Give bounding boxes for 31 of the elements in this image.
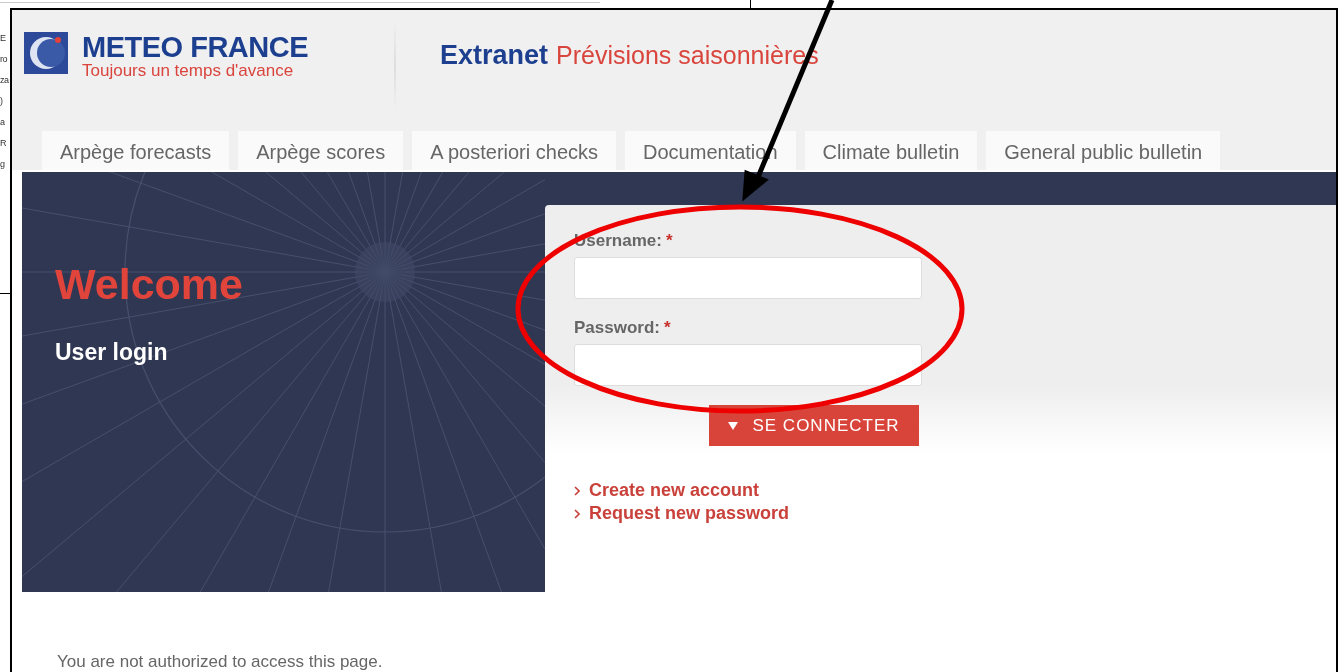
input-field[interactable] (574, 344, 922, 386)
account-link[interactable]: Request new password (589, 503, 790, 524)
background-text-fragment: g (0, 158, 6, 170)
brand-tagline: Toujours un temps d'avance (82, 62, 295, 80)
brand-name: METEO FRANCE (82, 32, 308, 62)
chevron-icon (574, 485, 580, 496)
background-text-fragment: ) (0, 95, 4, 107)
background-text-fragment: ro (0, 53, 8, 65)
caret-icon (728, 421, 739, 430)
nav-tab[interactable]: General public bulletin (986, 131, 1221, 170)
background-text-fragment: a (0, 116, 6, 128)
input-field[interactable] (574, 257, 922, 299)
site-name: Extranet (440, 40, 549, 71)
background-text-fragment: R (0, 137, 7, 149)
background-text-fragment: za (0, 74, 10, 86)
login-button[interactable]: SE CONNECTER (709, 405, 919, 446)
welcome-heading: Welcome (55, 260, 244, 309)
background-text-fragment: E (0, 32, 7, 44)
user-login-heading: User login (55, 339, 169, 366)
chevron-icon (574, 508, 580, 519)
nav-tab[interactable]: Arpège scores (238, 131, 404, 170)
field-label: Username: (574, 231, 662, 251)
account-link[interactable]: Create new account (589, 480, 760, 501)
globe-logo-icon (24, 32, 68, 74)
nav-tab[interactable]: A posteriori checks (412, 131, 617, 170)
nav-tab[interactable]: Arpège forecasts (42, 131, 230, 170)
required-mark: * (664, 318, 671, 338)
access-denied-message: You are not authorized to access this page. (57, 652, 384, 672)
required-mark: * (665, 231, 673, 251)
field-label: Password: (574, 318, 660, 338)
nav-tab[interactable]: Climate bulletin (804, 131, 978, 170)
